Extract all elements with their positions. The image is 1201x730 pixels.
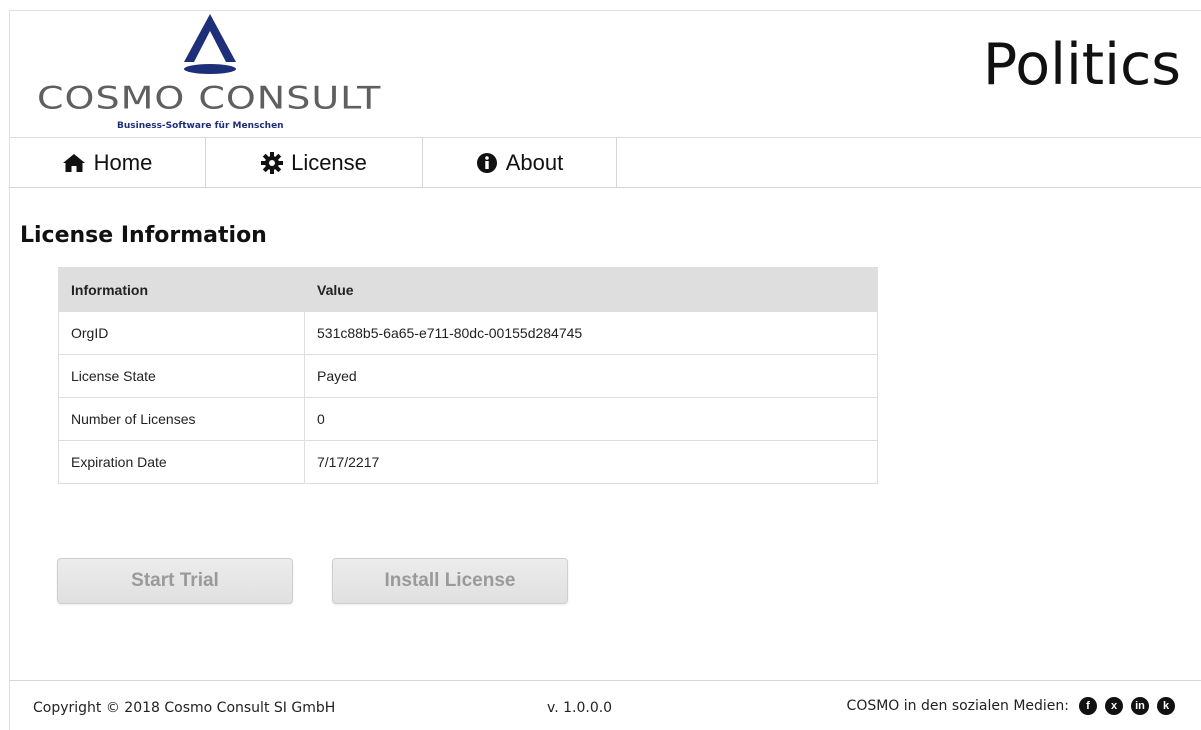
social-links: COSMO in den sozialen Medien: f x in k xyxy=(847,697,1175,715)
nav-label-about: About xyxy=(505,149,564,175)
table-row: License State Payed xyxy=(58,354,878,398)
nav-label-license: License xyxy=(291,149,367,175)
page-title: License Information xyxy=(20,223,267,248)
row-label-license-state: License State xyxy=(58,354,305,398)
nav-item-license[interactable]: License xyxy=(206,138,423,187)
footer: Copyright © 2018 Cosmo Consult SI GmbH v… xyxy=(9,680,1201,730)
install-license-button[interactable]: Install License xyxy=(332,558,568,604)
facebook-icon[interactable]: f xyxy=(1079,697,1097,715)
column-header-information: Information xyxy=(58,267,305,312)
linkedin-icon[interactable]: in xyxy=(1131,697,1149,715)
logo-text: COSMO CONSULT xyxy=(37,80,382,117)
row-value-number-of-licenses: 0 xyxy=(304,397,878,441)
table-row: Expiration Date 7/17/2217 xyxy=(58,440,878,484)
kununu-icon[interactable]: k xyxy=(1157,697,1175,715)
nav-item-home[interactable]: Home xyxy=(9,138,206,187)
info-icon xyxy=(476,152,497,173)
header: COSMO CONSULT Business-Software für Mens… xyxy=(9,10,1201,138)
copyright-text: Copyright © 2018 Cosmo Consult SI GmbH xyxy=(33,700,336,716)
table-row: Number of Licenses 0 xyxy=(58,397,878,441)
social-label: COSMO in den sozialen Medien: xyxy=(846,698,1069,714)
cosmo-consult-logo[interactable]: COSMO CONSULT Business-Software für Mens… xyxy=(31,12,401,134)
row-value-orgid: 531c88b5-6a65-e711-80dc-00155d284745 xyxy=(304,311,878,355)
column-header-value: Value xyxy=(304,267,878,312)
home-icon xyxy=(62,153,85,172)
gear-icon xyxy=(261,151,284,174)
version-text: v. 1.0.0.0 xyxy=(547,700,613,716)
start-trial-button[interactable]: Start Trial xyxy=(57,558,293,604)
logo-triangle-icon xyxy=(184,14,236,74)
table-row: OrgID 531c88b5-6a65-e711-80dc-00155d2847… xyxy=(58,311,878,355)
row-value-expiration-date: 7/17/2217 xyxy=(304,440,878,484)
row-label-number-of-licenses: Number of Licenses xyxy=(58,397,305,441)
app-title: Politics xyxy=(982,32,1181,98)
nav-label-home: Home xyxy=(93,149,153,175)
logo-tagline: Business-Software für Menschen xyxy=(117,121,284,131)
main-nav: Home License About xyxy=(9,138,1201,188)
row-value-license-state: Payed xyxy=(304,354,878,398)
row-label-expiration-date: Expiration Date xyxy=(58,440,305,484)
license-info-table: Information Value OrgID 531c88b5-6a65-e7… xyxy=(58,267,878,484)
row-label-orgid: OrgID xyxy=(58,311,305,355)
table-header-row: Information Value xyxy=(58,267,878,312)
nav-item-about[interactable]: About xyxy=(423,138,617,187)
xing-icon[interactable]: x xyxy=(1105,697,1123,715)
